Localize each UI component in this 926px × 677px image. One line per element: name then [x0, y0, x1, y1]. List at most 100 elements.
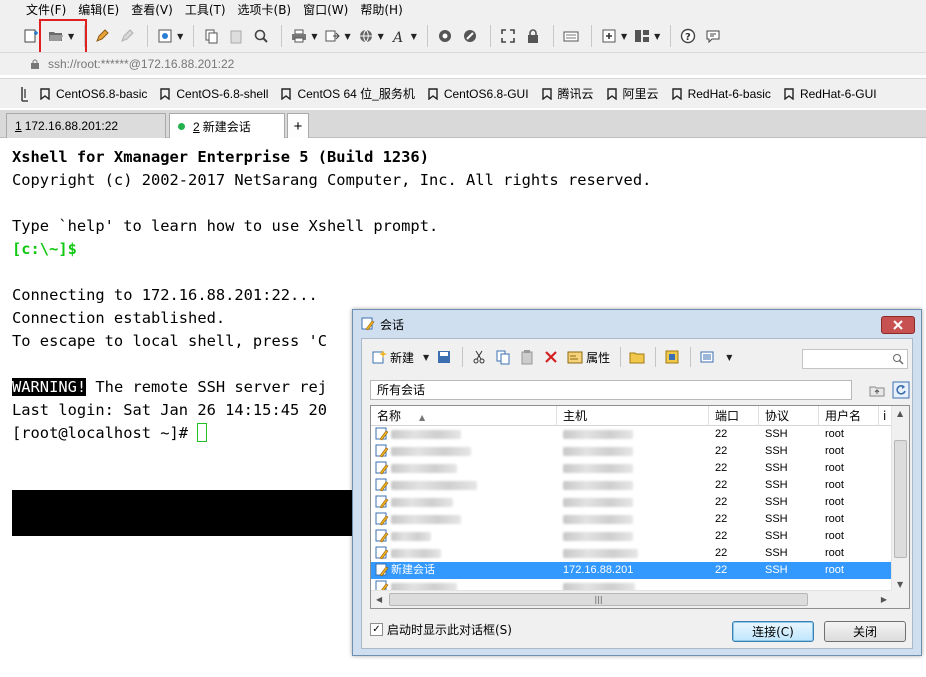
- link-item[interactable]: 腾讯云: [541, 85, 594, 102]
- paste-icon[interactable]: [516, 346, 538, 368]
- session-path-field[interactable]: 所有会话: [370, 380, 852, 400]
- scroll-left-icon[interactable]: ◀: [376, 595, 382, 604]
- menu-item[interactable]: 窗口(W): [297, 0, 354, 20]
- print-dropdown-icon[interactable]: ▼: [311, 32, 317, 41]
- keyboard-icon[interactable]: [560, 25, 582, 47]
- column-user[interactable]: 用户名: [819, 406, 879, 426]
- pencil-icon[interactable]: [91, 25, 113, 47]
- column-port[interactable]: 端口: [709, 406, 759, 426]
- session-row[interactable]: 22 SSH root: [371, 528, 892, 545]
- settings-dropdown-icon[interactable]: ▼: [177, 32, 183, 41]
- vertical-scroll-thumb[interactable]: [894, 440, 907, 558]
- horizontal-scroll-thumb[interactable]: |||: [389, 593, 808, 606]
- fullscreen-icon[interactable]: [497, 25, 519, 47]
- close-button[interactable]: 关闭: [824, 621, 906, 642]
- add-tab-dropdown-icon[interactable]: ▼: [621, 32, 627, 41]
- row-protocol: SSH: [765, 445, 788, 457]
- column-host[interactable]: 主机: [557, 406, 709, 426]
- find-icon[interactable]: [250, 25, 272, 47]
- scroll-up-icon[interactable]: ▲: [897, 409, 903, 418]
- transfer-icon[interactable]: [321, 25, 343, 47]
- dialog-search-input[interactable]: [802, 349, 908, 369]
- properties-button[interactable]: 属性: [564, 346, 613, 368]
- dialog-titlebar[interactable]: 会话: [353, 310, 921, 338]
- delete-icon[interactable]: [540, 346, 562, 368]
- new-dropdown-icon[interactable]: ▼: [423, 353, 429, 362]
- column-name[interactable]: 名称 ▲: [371, 406, 557, 426]
- session-icon: [375, 478, 389, 492]
- globe-dropdown-icon[interactable]: ▼: [378, 32, 384, 41]
- close-icon: [893, 320, 903, 330]
- link-label: CentOS-6.8-shell: [176, 86, 269, 101]
- new-session-button[interactable]: 新建: [368, 346, 417, 368]
- session-icon: [375, 444, 389, 458]
- connect-button[interactable]: 连接(C): [732, 621, 814, 642]
- copy-icon[interactable]: [492, 346, 514, 368]
- tab-session-2[interactable]: 2 新建会话: [169, 113, 285, 139]
- scroll-down-icon[interactable]: ▼: [897, 580, 903, 589]
- link-item[interactable]: RedHat-6-GUI: [784, 87, 877, 101]
- session-row[interactable]: 22 SSH root: [371, 545, 892, 562]
- tab-session-1[interactable]: 1 172.16.88.201:22: [6, 113, 166, 138]
- link-item[interactable]: CentOS 64 位_服务机: [281, 85, 415, 102]
- eraser-icon[interactable]: [116, 25, 138, 47]
- transfer-dropdown-icon[interactable]: ▼: [344, 32, 350, 41]
- layout-icon[interactable]: [631, 25, 653, 47]
- up-folder-icon[interactable]: [868, 381, 886, 399]
- startup-checkbox[interactable]: ✓ 启动时显示此对话框(S): [370, 621, 512, 638]
- tab-number: 1: [15, 119, 22, 133]
- menu-item[interactable]: 帮助(H): [354, 0, 408, 20]
- link-item[interactable]: RedHat-6-basic: [671, 87, 771, 101]
- session-row[interactable]: 22 SSH root: [371, 426, 892, 443]
- paste-icon[interactable]: [225, 25, 247, 47]
- xftp-icon[interactable]: [434, 25, 456, 47]
- link-item[interactable]: CentOS6.8-basic: [40, 87, 147, 101]
- dialog-toolbar: 新建 ▼ 属性 ▼: [362, 343, 914, 371]
- checkbox-checked-icon[interactable]: ✓: [370, 623, 383, 636]
- menu-item[interactable]: 编辑(E): [72, 0, 125, 20]
- add-tab-icon[interactable]: [598, 25, 620, 47]
- font-icon[interactable]: A: [388, 25, 410, 47]
- menu-item[interactable]: 工具(T): [179, 0, 232, 20]
- address-bar[interactable]: ssh://root:******@172.16.88.201:22: [0, 52, 926, 75]
- menu-bar: 文件(F) 编辑(E) 查看(V) 工具(T) 选项卡(B) 窗口(W) 帮助(H): [0, 0, 926, 20]
- view-dropdown-icon[interactable]: ▼: [726, 353, 732, 362]
- menu-item[interactable]: 选项卡(B): [232, 0, 298, 20]
- cut-icon[interactable]: [468, 346, 490, 368]
- session-row[interactable]: 22 SSH root: [371, 443, 892, 460]
- session-row[interactable]: 22 SSH root: [371, 511, 892, 528]
- menu-item[interactable]: 文件(F): [20, 0, 72, 20]
- horizontal-scrollbar[interactable]: ◀ ||| ▶: [371, 590, 892, 608]
- settings-icon[interactable]: [154, 25, 176, 47]
- help-icon[interactable]: ?: [677, 25, 699, 47]
- row-port: 22: [715, 462, 728, 474]
- column-protocol[interactable]: 协议: [759, 406, 819, 426]
- import-icon[interactable]: [661, 346, 683, 368]
- layout-dropdown-icon[interactable]: ▼: [654, 32, 660, 41]
- print-icon[interactable]: [288, 25, 310, 47]
- menu-item[interactable]: 查看(V): [125, 0, 179, 20]
- vertical-scrollbar[interactable]: ▲ ▼: [891, 406, 909, 592]
- session-row-selected[interactable]: 新建会话 172.16.88.201 22 SSH root: [371, 562, 892, 579]
- sessions-list[interactable]: 名称 ▲ 主机 端口 协议 用户名 i 22 SSH root 22 SSH root 22 S…: [370, 405, 910, 609]
- refresh-icon[interactable]: [892, 381, 910, 399]
- link-item[interactable]: 阿里云: [606, 85, 659, 102]
- chat-icon[interactable]: [702, 25, 724, 47]
- link-item[interactable]: CentOS6.8-GUI: [428, 87, 529, 101]
- link-item[interactable]: CentOS-6.8-shell: [160, 87, 268, 101]
- session-row[interactable]: 22 SSH root: [371, 494, 892, 511]
- dialog-close-button[interactable]: [881, 316, 915, 334]
- copy-icon[interactable]: [200, 25, 222, 47]
- lock-icon[interactable]: [522, 25, 544, 47]
- add-tab-button[interactable]: +: [287, 113, 309, 138]
- view-icon[interactable]: [696, 346, 718, 368]
- link-label: 腾讯云: [557, 87, 594, 101]
- session-row[interactable]: 22 SSH root: [371, 460, 892, 477]
- globe-icon[interactable]: [355, 25, 377, 47]
- font-dropdown-icon[interactable]: ▼: [411, 32, 417, 41]
- xmanager-icon[interactable]: [459, 25, 481, 47]
- scroll-right-icon[interactable]: ▶: [881, 595, 887, 604]
- new-folder-icon[interactable]: [626, 346, 648, 368]
- session-row[interactable]: 22 SSH root: [371, 477, 892, 494]
- save-icon[interactable]: [433, 346, 455, 368]
